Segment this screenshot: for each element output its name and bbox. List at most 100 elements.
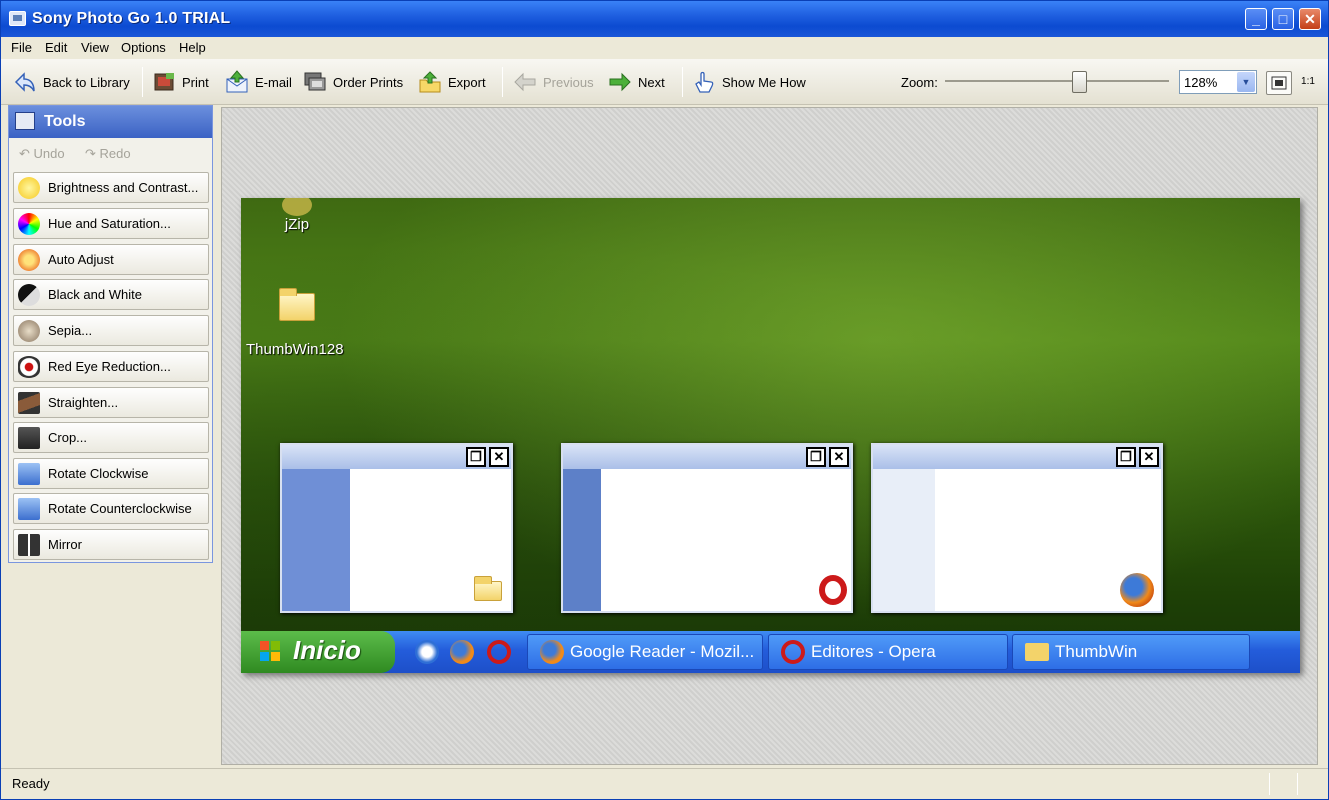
window-thumbnail-opera: ❐ ✕ [561,443,853,613]
title-bar[interactable]: Sony Photo Go 1.0 TRIAL _ □ ✕ [1,1,1328,37]
xp-taskbar: Inicio Google Reader - Mozil... Editores… [241,631,1300,673]
close-icon: ✕ [829,447,849,467]
tool-rotate-counterclockwise[interactable]: Rotate Counterclockwise [13,493,209,524]
firefox-icon [1120,573,1154,607]
firefox-sidebar [873,469,935,611]
next-arrow-icon [608,70,632,94]
tool-auto-adjust[interactable]: Auto Adjust [13,244,209,275]
color-wheel-icon [18,212,40,235]
back-to-library-button[interactable]: Back to Library [13,69,130,95]
toolbar-separator [142,67,143,97]
toolbar: Back to Library Print E-mail Order Print… [1,59,1328,105]
menu-view[interactable]: View [81,40,109,55]
tool-label: Black and White [48,287,142,302]
tool-brightness-contrast[interactable]: Brightness and Contrast... [13,172,209,203]
firefox-icon [450,640,474,664]
close-button[interactable]: ✕ [1299,8,1321,30]
menu-help[interactable]: Help [179,40,206,55]
previous-button[interactable]: Previous [513,69,594,95]
rotate-clockwise-icon [18,462,40,485]
tool-black-white[interactable]: Black and White [13,279,209,310]
photo-preview[interactable]: jZip ThumbWin128 ❐ ✕ ❐ ✕ ❐ ✕ Inicio Goog… [241,198,1300,673]
show-me-how-button[interactable]: Show Me How [692,69,806,95]
thumbnail-controls: ❐ ✕ [806,447,849,467]
restore-icon: ❐ [1116,447,1136,467]
status-divider [1269,773,1270,795]
thumbnail-controls: ❐ ✕ [1116,447,1159,467]
back-arrow-icon [13,70,37,94]
minimize-button[interactable]: _ [1245,8,1267,30]
window-title: Sony Photo Go 1.0 TRIAL [32,10,231,27]
taskbar-item-label: Editores - Opera [811,642,936,661]
desktop-label-thumbwin: ThumbWin128 [246,341,344,358]
print-label: Print [182,74,209,90]
taskbar-item-opera: Editores - Opera [768,634,1008,670]
opera-icon [781,640,805,664]
tools-icon [15,112,35,130]
tool-mirror[interactable]: Mirror [13,529,209,560]
opera-sidebar [563,469,601,611]
restore-icon: ❐ [466,447,486,467]
menu-options[interactable]: Options [121,40,166,55]
tool-sepia[interactable]: Sepia... [13,315,209,346]
close-icon: ✕ [1139,447,1159,467]
tool-label: Sepia... [48,323,93,338]
explorer-sidebar [282,469,350,611]
zoom-slider-thumb[interactable] [1071,71,1087,93]
tools-panel: Tools ↶ Undo ↷ Redo Brightness and Contr… [8,105,213,563]
next-button[interactable]: Next [608,69,665,95]
redo-button[interactable]: ↷ Redo [85,146,131,162]
tools-panel-header: Tools [9,106,212,138]
print-button[interactable]: Print [152,69,209,95]
maximize-button[interactable]: □ [1272,8,1294,30]
app-icon [9,11,26,26]
taskbar-item-label: Google Reader - Mozil... [570,642,755,661]
crop-icon [18,426,40,449]
actual-size-button[interactable]: 1:1 [1295,71,1321,95]
fit-to-window-button[interactable] [1266,71,1292,95]
tool-crop[interactable]: Crop... [13,422,209,453]
tool-straighten[interactable]: Straighten... [13,387,209,418]
eye-icon [18,355,40,378]
taskbar-item-google-reader: Google Reader - Mozil... [527,634,763,670]
magic-wand-icon [18,248,40,271]
tool-label: Rotate Clockwise [48,466,149,481]
menu-edit[interactable]: Edit [45,40,67,55]
app-window: Sony Photo Go 1.0 TRIAL _ □ ✕ File Edit … [0,0,1329,800]
start-label: Inicio [293,635,361,665]
email-button[interactable]: E-mail [225,69,292,95]
menu-bar: File Edit View Options Help [1,37,1328,59]
taskbar-item-thumbwin: ThumbWin [1012,634,1250,670]
print-icon [152,70,176,94]
tools-title: Tools [44,113,86,130]
black-white-icon [18,283,40,306]
desktop-icon-jzip: jZip [277,198,317,233]
email-label: E-mail [255,74,292,90]
folder-icon [474,576,502,601]
previous-label: Previous [543,74,594,90]
pointing-hand-icon [692,70,716,94]
ie-icon [415,640,439,664]
sun-icon [18,176,40,199]
menu-file[interactable]: File [11,40,32,55]
folder-icon [1025,643,1049,661]
undo-button[interactable]: ↶ Undo [19,146,65,162]
close-icon: ✕ [489,447,509,467]
zoom-slider-track[interactable] [945,80,1169,82]
tool-red-eye[interactable]: Red Eye Reduction... [13,351,209,382]
windows-flag-icon [260,641,280,661]
zoom-dropdown[interactable]: 128% ▼ [1179,70,1257,94]
window-thumbnail-explorer: ❐ ✕ [280,443,513,613]
mirror-icon [18,533,40,556]
back-label: Back to Library [43,74,130,90]
chevron-down-icon[interactable]: ▼ [1237,72,1255,92]
zoom-label: Zoom: [901,75,938,90]
export-button[interactable]: Export [418,69,486,95]
tool-label: Mirror [48,537,82,552]
tool-rotate-clockwise[interactable]: Rotate Clockwise [13,458,209,489]
order-prints-button[interactable]: Order Prints [303,69,403,95]
tool-label: Hue and Saturation... [48,216,171,231]
tool-hue-saturation[interactable]: Hue and Saturation... [13,208,209,239]
sepia-icon [18,319,40,342]
email-icon [225,70,249,94]
